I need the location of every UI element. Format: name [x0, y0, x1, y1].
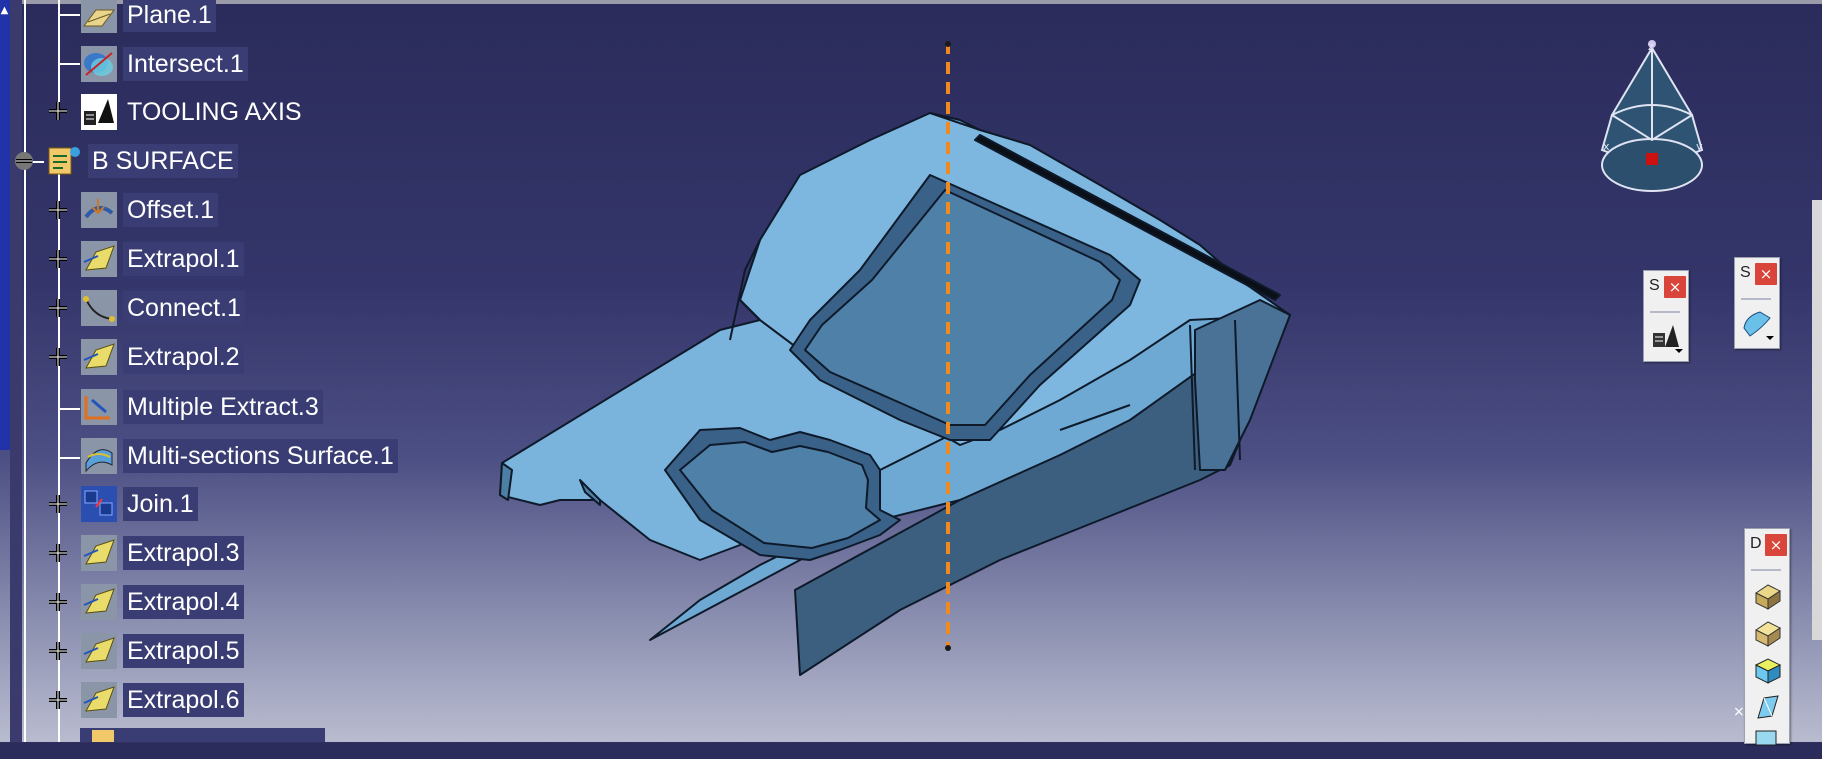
tree-item-label: Intersect.1 [123, 47, 248, 81]
expand-plus-icon[interactable] [47, 100, 69, 122]
expand-plus-icon[interactable] [47, 689, 69, 711]
view-mode-icon[interactable] [1750, 579, 1784, 613]
tree-item-label: Extrapol.4 [123, 585, 244, 619]
view-toolbar[interactable]: D × [1744, 528, 1790, 746]
expand-plus-icon[interactable] [47, 346, 69, 368]
expand-plus-icon[interactable] [47, 248, 69, 270]
expand-plus-icon[interactable] [47, 297, 69, 319]
intersect-icon [81, 46, 117, 82]
tree-item-label: Plane.1 [123, 0, 216, 32]
tree-item-label: Connect.1 [123, 291, 245, 325]
shading-icon[interactable] [1750, 616, 1784, 650]
offset-icon [81, 192, 117, 228]
extrapolate-icon [81, 682, 117, 718]
tree-item-extrapol-3[interactable]: Extrapol.3 [80, 534, 244, 572]
join-icon [81, 486, 117, 522]
axis-system-icon [81, 94, 117, 130]
tree-item-partial[interactable] [80, 728, 325, 742]
tree-item-tooling-axis[interactable]: TOOLING AXIS [80, 93, 306, 131]
tree-item-connect-1[interactable]: Connect.1 [80, 289, 245, 327]
compass-icon[interactable] [1600, 40, 1704, 192]
toolbar-title: S [1649, 277, 1660, 294]
toolbar-title: S [1740, 264, 1751, 281]
extrapolate-icon [81, 241, 117, 277]
tree-connector [58, 14, 80, 16]
surface-icon[interactable] [1740, 306, 1774, 340]
expand-plus-icon[interactable] [47, 542, 69, 564]
tree-item-join-1[interactable]: Join.1 [80, 485, 198, 523]
tree-item-extrapol-4[interactable]: Extrapol.4 [80, 583, 244, 621]
close-icon[interactable]: × [1664, 276, 1686, 298]
expand-plus-icon[interactable] [47, 493, 69, 515]
toolbar-grip [1751, 569, 1781, 571]
tree-item-label: Extrapol.5 [123, 634, 244, 668]
tree-item-plane-1[interactable]: Plane.1 [80, 0, 216, 34]
compass-y-label: y [1696, 140, 1703, 153]
sketcher-toolbar[interactable]: S × [1643, 270, 1689, 362]
tree-item-label: TOOLING AXIS [127, 98, 302, 126]
toolbar-grip [1650, 311, 1680, 313]
tree-item-intersect-1[interactable]: Intersect.1 [80, 45, 248, 83]
tree-connector [58, 408, 80, 410]
tree-item-label: Extrapol.3 [123, 536, 244, 570]
geometrical-set-icon [48, 147, 80, 175]
right-toolbar-strip[interactable] [1812, 200, 1822, 640]
surface-toolbar[interactable]: S × [1734, 257, 1780, 349]
axis-hint: × [1733, 704, 1745, 720]
close-icon[interactable]: × [1765, 534, 1787, 556]
sketch-icon[interactable] [1649, 319, 1683, 353]
extrapolate-icon [81, 633, 117, 669]
tree-item-multiple-extract-3[interactable]: Multiple Extract.3 [80, 388, 323, 426]
tree-item-partial-icon [92, 730, 114, 742]
tree-item-label: Offset.1 [123, 193, 219, 227]
extrapolate-icon [81, 584, 117, 620]
tree-item-label: Join.1 [123, 487, 198, 521]
tree-item-label: Extrapol.1 [123, 242, 244, 276]
shading-edges-icon[interactable] [1750, 653, 1784, 687]
compass-z-label: z [1648, 40, 1654, 53]
tree-item-label: Multiple Extract.3 [123, 390, 323, 424]
wireframe-icon[interactable] [1750, 690, 1784, 724]
close-icon[interactable]: × [1755, 263, 1777, 285]
tree-item-multi-sections-surface-1[interactable]: Multi-sections Surface.1 [80, 437, 398, 475]
tree-item-extrapol-5[interactable]: Extrapol.5 [80, 632, 244, 670]
multi-sections-surface-icon [81, 438, 117, 474]
tree-item-label: B SURFACE [88, 144, 238, 178]
collapse-minus-icon[interactable] [13, 150, 35, 172]
extrapolate-icon [81, 535, 117, 571]
tree-item-extrapol-2[interactable]: Extrapol.2 [80, 338, 244, 376]
expand-plus-icon[interactable] [47, 591, 69, 613]
compass-x-label: x [1603, 140, 1610, 153]
tree-item-label: Multi-sections Surface.1 [123, 439, 398, 473]
connect-curve-icon [81, 290, 117, 326]
expand-plus-icon[interactable] [47, 640, 69, 662]
extrapolate-icon [81, 339, 117, 375]
tree-item-extrapol-1[interactable]: Extrapol.1 [80, 240, 244, 278]
tree-item-offset-1[interactable]: Offset.1 [80, 191, 219, 229]
tree-connector [58, 63, 80, 65]
toolbar-title: D [1750, 535, 1762, 552]
tree-connector [24, 0, 26, 742]
tree-connector [58, 0, 60, 112]
b-surface-part[interactable] [499, 112, 1291, 676]
tree-item-extrapol-6[interactable]: Extrapol.6 [80, 681, 244, 719]
multiple-extract-icon [81, 389, 117, 425]
tree-connector [58, 457, 80, 459]
tree-item-b-surface[interactable]: B SURFACE [45, 142, 238, 180]
plane-icon [81, 0, 117, 33]
tree-item-label: Extrapol.2 [123, 340, 244, 374]
expand-plus-icon[interactable] [47, 199, 69, 221]
toolbar-grip [1741, 298, 1771, 300]
hidden-edges-icon[interactable] [1750, 725, 1784, 759]
tree-item-label: Extrapol.6 [123, 683, 244, 717]
